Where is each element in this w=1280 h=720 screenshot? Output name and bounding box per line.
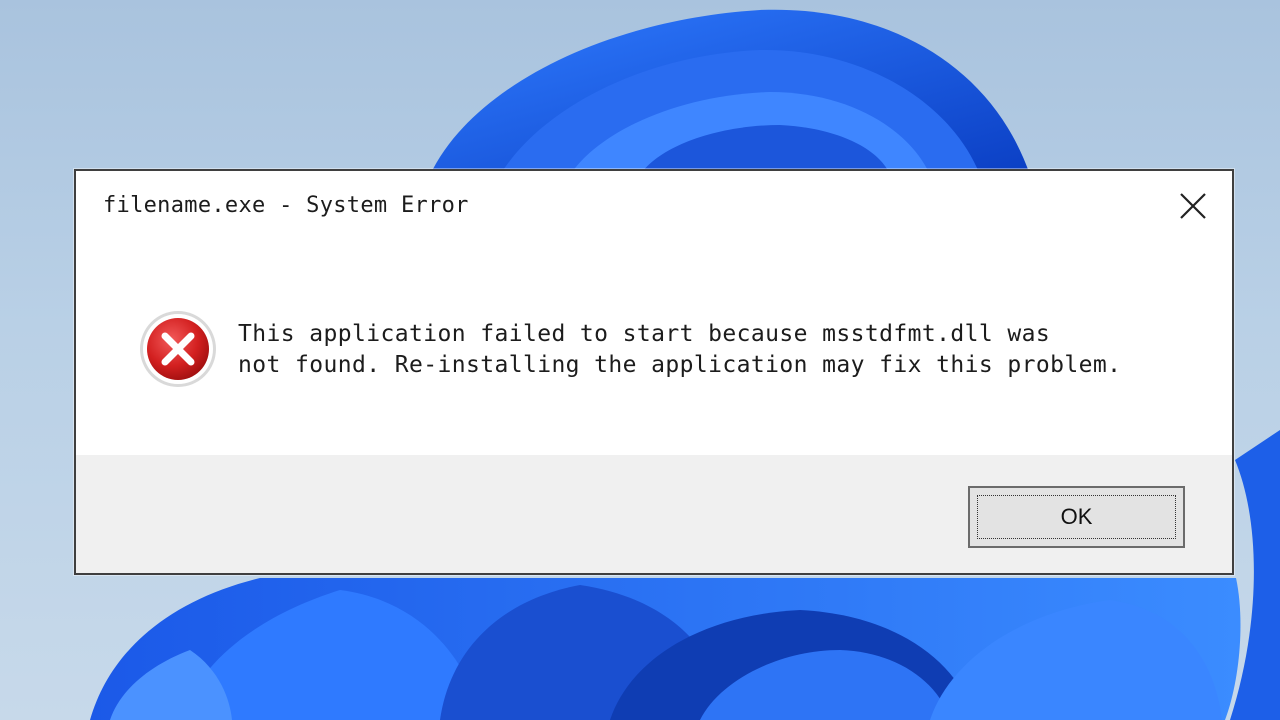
close-icon [1180, 193, 1206, 219]
ok-button[interactable]: OK [968, 486, 1185, 548]
error-icon [138, 309, 218, 389]
dialog-body: filename.exe - System Error This applica… [76, 171, 1232, 453]
system-error-dialog: filename.exe - System Error This applica… [74, 169, 1234, 575]
dialog-footer: OK [76, 455, 1232, 573]
error-message: This application failed to start because… [238, 321, 1122, 378]
ok-button-label: OK [1060, 504, 1093, 529]
dialog-title: filename.exe - System Error [103, 193, 469, 218]
close-button[interactable] [1176, 189, 1210, 223]
